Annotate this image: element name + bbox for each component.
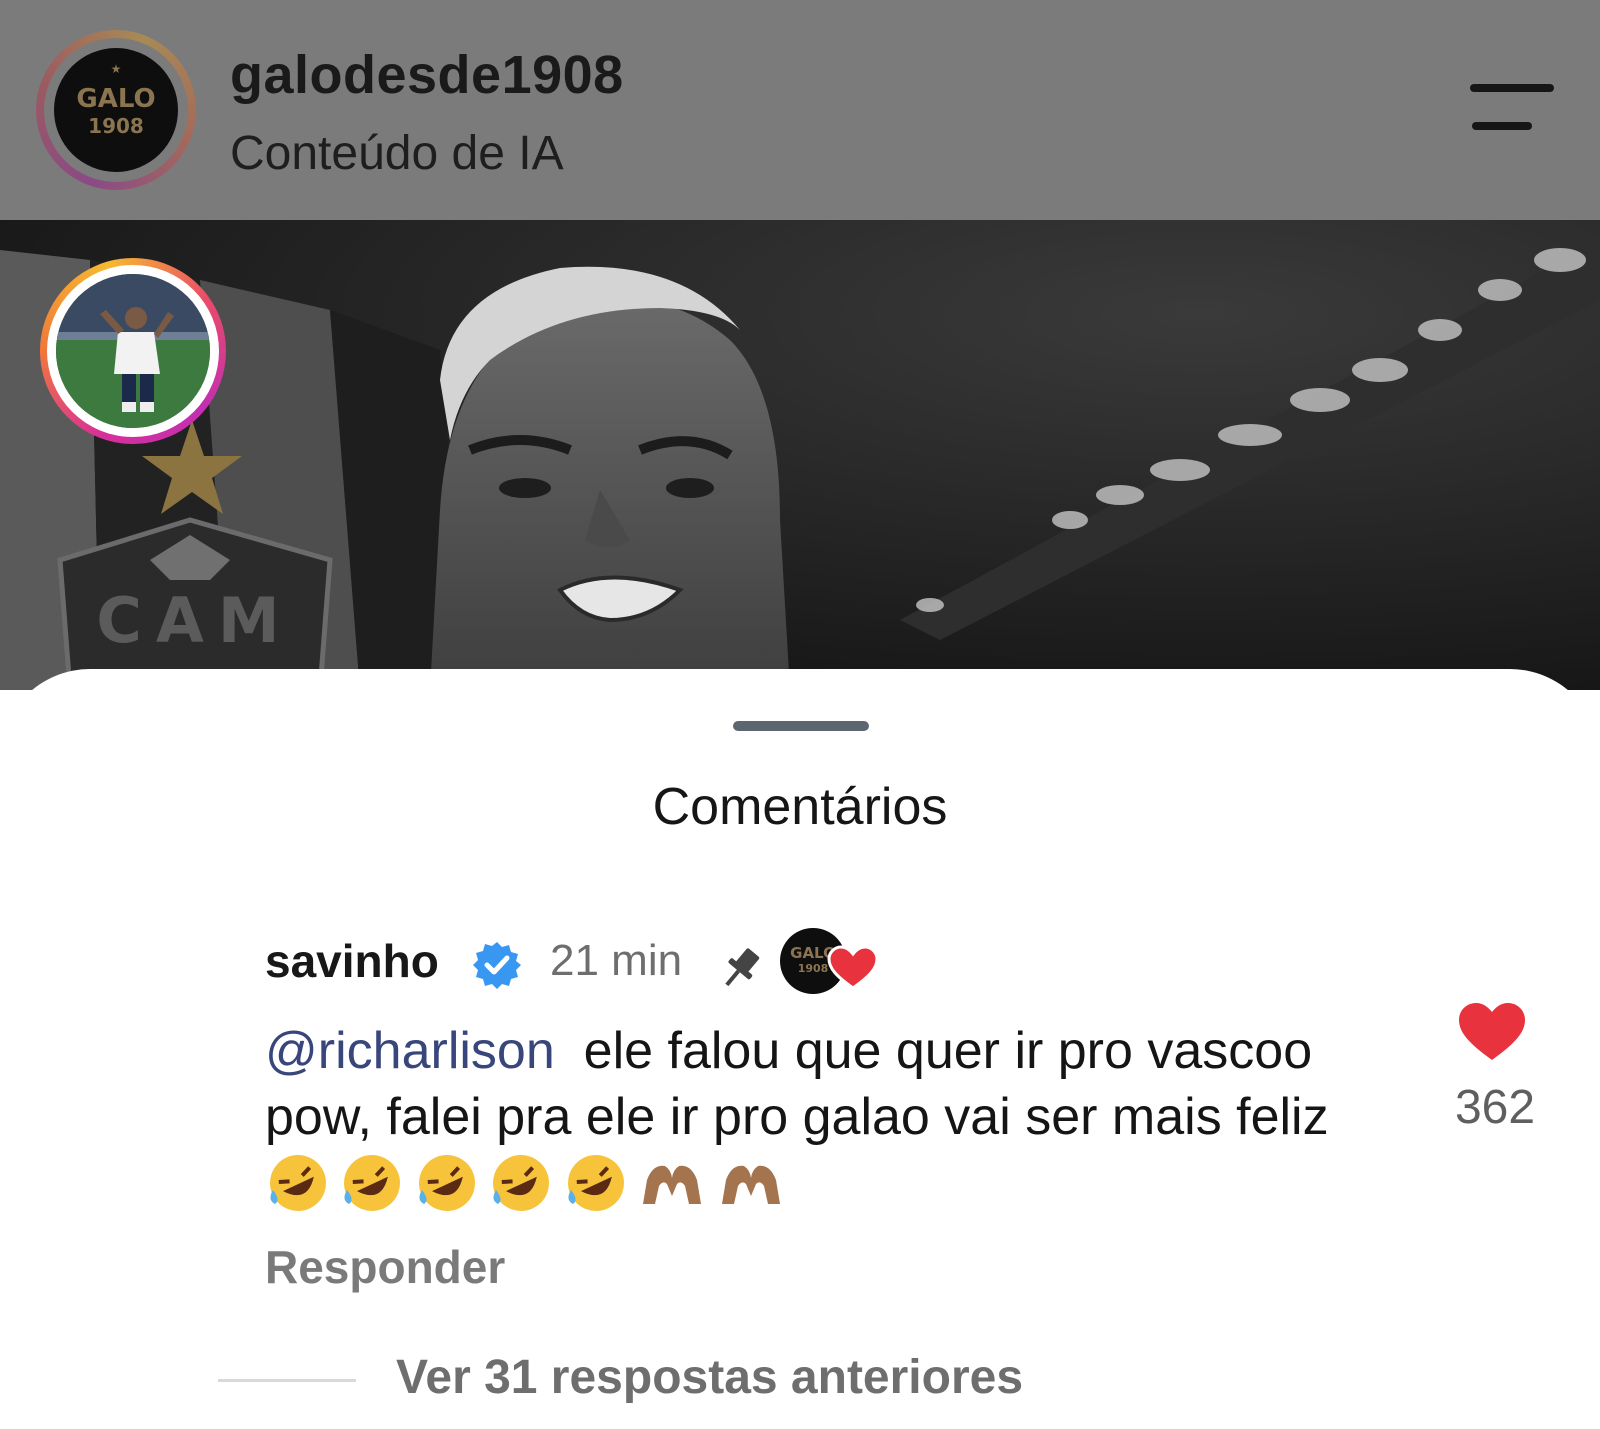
logo-text-line1: GALO <box>76 84 156 114</box>
star-icon: ★ <box>110 62 122 76</box>
commenter-photo <box>56 274 210 428</box>
heart-hands-emoji-icon <box>721 1165 780 1204</box>
verified-badge-icon <box>473 942 521 989</box>
post-header: ★ GALO 1908 galodesde1908 Conteúdo de IA <box>0 0 1600 220</box>
heart-hands-emoji-icon <box>643 1165 702 1204</box>
comment-like-count: 362 <box>1454 1081 1536 1134</box>
post-image: CAM <box>0 220 1600 690</box>
pin-icon <box>725 948 760 987</box>
logo-text-line2: 1908 <box>88 114 144 138</box>
account-avatar[interactable]: ★ GALO 1908 <box>36 30 196 190</box>
emoji-row <box>265 1150 780 1232</box>
rofl-emoji-icon <box>567 1155 624 1211</box>
commenter-avatar[interactable] <box>40 258 226 444</box>
ai-content-label[interactable]: Conteúdo de IA <box>230 126 564 181</box>
comments-title: Comentários <box>652 778 948 836</box>
shield-text: CAM <box>96 584 293 657</box>
galo-logo: ★ GALO 1908 <box>54 48 178 172</box>
menu-icon[interactable] <box>1470 84 1560 134</box>
rofl-emoji-icon <box>493 1155 550 1211</box>
sheet-drag-handle[interactable] <box>733 721 869 731</box>
rofl-emoji-icon <box>344 1155 401 1211</box>
rofl-emoji-icon <box>270 1155 326 1211</box>
account-username[interactable]: galodesde1908 <box>230 44 624 106</box>
rofl-emoji-icon <box>418 1155 475 1211</box>
reply-button[interactable]: Responder <box>265 1240 505 1294</box>
replies-divider <box>218 1379 356 1382</box>
mention-link[interactable]: @richarlison <box>265 1022 555 1080</box>
author-like-heart-icon <box>827 945 879 990</box>
commenter-username[interactable]: savinho <box>265 934 439 988</box>
comment-like-heart-icon[interactable] <box>1456 1000 1528 1064</box>
comment-timestamp: 21 min <box>550 936 683 985</box>
comment-text: @richarlison ele falou que quer ir pro v… <box>265 1018 1390 1232</box>
view-previous-replies-button[interactable]: Ver 31 respostas anteriores <box>396 1350 1023 1405</box>
